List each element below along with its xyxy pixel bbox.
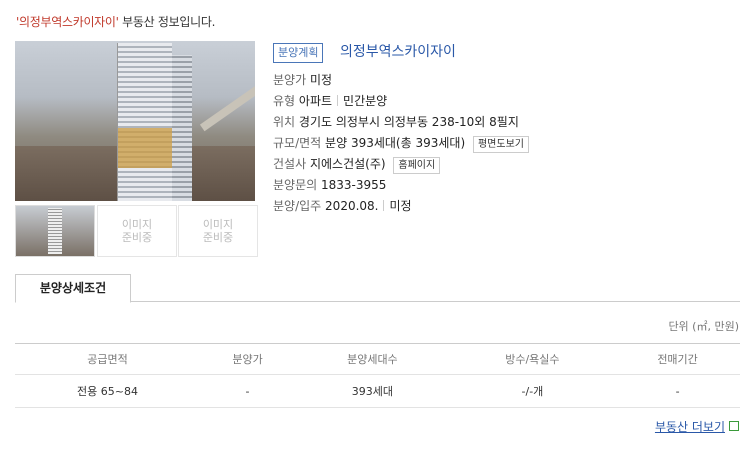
thumbnail-placeholder-2: 이미지 준비중 — [97, 205, 177, 257]
table-cell: -/-개 — [449, 374, 616, 408]
complex-title-link[interactable]: 의정부역스카이자이 — [340, 43, 456, 61]
column-header: 공급면적 — [15, 343, 200, 375]
homepage-button[interactable]: 홈페이지 — [393, 157, 441, 174]
table-row: 전용 65~84 - 393세대 -/-개 - — [15, 374, 740, 408]
more-real-estate-link[interactable]: 부동산 더보기 — [655, 418, 725, 435]
detail-tab-bar: 분양상세조건 — [15, 274, 740, 303]
row-contact: 분양문의 1833-3955 — [273, 178, 387, 192]
row-builder: 건설사 지에스건설(주) 홈페이지 — [273, 155, 441, 174]
floorplan-button[interactable]: 평면도보기 — [472, 136, 529, 153]
row-schedule: 분양/입주 2020.08. 미정 — [273, 199, 412, 213]
row-price: 분양가 미정 — [273, 73, 333, 87]
status-badge: 분양계획 — [273, 43, 324, 63]
main-building-photo[interactable] — [15, 41, 255, 201]
row-type: 유형 아파트 민간분양 — [273, 94, 388, 108]
table-cell: - — [199, 374, 296, 408]
table-header-row: 공급면적 분양가 분양세대수 방수/욕실수 전매기간 — [15, 343, 740, 375]
table-cell: 전용 65~84 — [15, 374, 200, 408]
unit-note: 단위 (㎡, 만원) — [668, 320, 739, 333]
column-header: 전매기간 — [615, 343, 740, 375]
external-link-icon — [729, 421, 739, 431]
thumbnail-placeholder-3: 이미지 준비중 — [178, 205, 258, 257]
table-cell: - — [615, 374, 740, 408]
row-size: 규모/면적 분양 393세대(총 393세대) 평면도보기 — [273, 134, 529, 153]
column-header: 방수/욕실수 — [449, 343, 616, 375]
thumbnail-1[interactable] — [15, 205, 95, 257]
column-header: 분양가 — [199, 343, 296, 375]
header-suffix: 부동산 정보입니다. — [118, 15, 216, 29]
row-location: 위치 경기도 의정부시 의정부동 238-10외 8필지 — [273, 115, 519, 129]
tab-sale-conditions[interactable]: 분양상세조건 — [15, 274, 131, 303]
column-header: 분양세대수 — [295, 343, 450, 375]
page-header: '의정부역스카이자이' 부동산 정보입니다. — [16, 13, 215, 30]
complex-name-quoted: '의정부역스카이자이' — [16, 15, 119, 29]
table-cell: 393세대 — [295, 374, 450, 408]
conditions-table: 공급면적 분양가 분양세대수 방수/욕실수 전매기간 전용 65~84 - 39… — [15, 343, 740, 408]
